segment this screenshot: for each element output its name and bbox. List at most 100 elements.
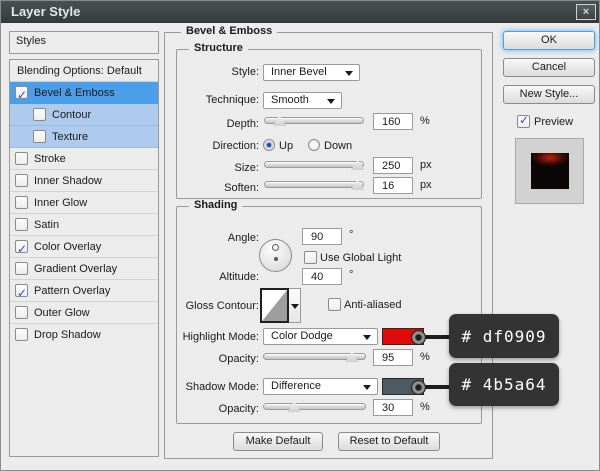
styles-header: Styles [16,35,46,47]
size-input[interactable] [373,157,413,174]
layer-style-dialog: Layer Style × Styles Blending Options: D… [0,0,600,471]
ok-button[interactable]: OK [503,31,595,50]
bevel-emboss-checkbox[interactable]: ✓ [15,86,28,99]
highlight-hex-callout: # df0909 [449,314,559,358]
altitude-label: Altitude: [175,271,259,283]
highlight-mode-dropdown[interactable]: Color Dodge [263,328,378,345]
inner-shadow-checkbox[interactable] [15,174,28,187]
cancel-button[interactable]: Cancel [503,58,595,77]
shadow-mode-dropdown[interactable]: Difference [263,378,378,395]
direction-down-radio[interactable] [308,139,320,151]
sidebar-item-drop-shadow[interactable]: Drop Shadow [10,324,158,346]
sidebar-item-inner-shadow[interactable]: Inner Shadow [10,170,158,192]
preview-thumbnail [531,153,569,189]
highlight-opacity-slider[interactable] [263,351,366,363]
stroke-checkbox[interactable] [15,152,28,165]
check-icon: ✓ [17,282,27,304]
soften-label: Soften: [175,182,259,194]
panel-title: Bevel & Emboss [181,25,277,37]
soften-slider[interactable] [264,179,364,191]
chevron-down-icon [363,335,371,340]
shadow-opacity-label: Opacity: [175,403,259,415]
shadow-mode-label: Shadow Mode: [175,381,259,393]
preview-panel [515,138,584,204]
angle-unit: ° [349,229,353,241]
sidebar-item-inner-glow[interactable]: Inner Glow [10,192,158,214]
soften-unit: px [420,179,432,191]
gradient-overlay-checkbox[interactable] [15,262,28,275]
depth-slider[interactable] [264,115,364,127]
gloss-contour-picker[interactable] [260,288,301,323]
shadow-callout-line [422,385,450,389]
angle-indicator-icon [272,244,279,251]
texture-checkbox[interactable] [33,130,46,143]
styles-list: Blending Options: Default ✓ Bevel & Embo… [9,59,159,457]
reset-to-default-button[interactable]: Reset to Default [338,432,440,451]
angle-dial[interactable] [259,239,292,272]
size-label: Size: [175,162,259,174]
check-icon: ✓ [17,84,27,106]
title-bar[interactable]: Layer Style × [1,1,600,23]
use-global-light-label: Use Global Light [320,252,401,264]
close-icon[interactable]: × [576,4,596,20]
altitude-unit: ° [349,269,353,281]
style-label: Style: [175,66,259,78]
sidebar-item-contour[interactable]: Contour [10,104,158,126]
direction-up-label: Up [279,140,293,152]
gloss-contour-thumbnail[interactable] [260,288,289,323]
preview-checkbox[interactable]: ✓ [517,115,530,128]
sidebar-item-bevel-emboss[interactable]: ✓ Bevel & Emboss [10,82,158,104]
sidebar-item-stroke[interactable]: Stroke [10,148,158,170]
anti-aliased-checkbox[interactable] [328,298,341,311]
use-global-light-checkbox[interactable] [304,251,317,264]
sidebar-item-pattern-overlay[interactable]: ✓ Pattern Overlay [10,280,158,302]
anti-aliased-label: Anti-aliased [344,299,401,311]
direction-up-radio[interactable] [263,139,275,151]
satin-checkbox[interactable] [15,218,28,231]
shadow-callout-pin-icon [411,380,426,395]
sidebar-item-gradient-overlay[interactable]: Gradient Overlay [10,258,158,280]
contour-checkbox[interactable] [33,108,46,121]
size-slider[interactable] [264,159,364,171]
direction-down-label: Down [324,140,352,152]
inner-glow-checkbox[interactable] [15,196,28,209]
direction-label: Direction: [175,140,259,152]
color-overlay-checkbox[interactable]: ✓ [15,240,28,253]
chevron-down-icon [345,71,353,76]
sidebar-item-blending-options[interactable]: Blending Options: Default [10,60,158,82]
chevron-down-icon [327,99,335,104]
depth-label: Depth: [175,118,259,130]
chevron-down-icon [363,385,371,390]
soften-input[interactable] [373,177,413,194]
sidebar-item-outer-glow[interactable]: Outer Glow [10,302,158,324]
make-default-button[interactable]: Make Default [233,432,323,451]
preview-label: Preview [534,116,573,128]
shadow-opacity-slider[interactable] [263,401,366,413]
highlight-callout-line [422,335,450,339]
size-unit: px [420,159,432,171]
outer-glow-checkbox[interactable] [15,306,28,319]
pattern-overlay-checkbox[interactable]: ✓ [15,284,28,297]
gloss-contour-label: Gloss Contour: [175,300,259,312]
altitude-input[interactable] [302,268,342,285]
style-dropdown[interactable]: Inner Bevel [263,64,360,81]
depth-input[interactable] [373,113,413,130]
technique-dropdown[interactable]: Smooth [263,92,342,109]
depth-unit: % [420,115,430,127]
highlight-opacity-label: Opacity: [175,353,259,365]
dialog-title: Layer Style [11,4,80,19]
angle-label: Angle: [175,232,259,244]
highlight-callout-pin-icon [411,330,426,345]
styles-header-box: Styles [9,31,159,54]
highlight-opacity-unit: % [420,351,430,363]
angle-input[interactable] [302,228,342,245]
structure-title: Structure [189,42,248,54]
new-style-button[interactable]: New Style... [503,85,595,104]
shadow-opacity-input[interactable] [373,399,413,416]
sidebar-item-satin[interactable]: Satin [10,214,158,236]
sidebar-item-color-overlay[interactable]: ✓ Color Overlay [10,236,158,258]
shadow-opacity-unit: % [420,401,430,413]
sidebar-item-texture[interactable]: Texture [10,126,158,148]
drop-shadow-checkbox[interactable] [15,328,28,341]
highlight-opacity-input[interactable] [373,349,413,366]
